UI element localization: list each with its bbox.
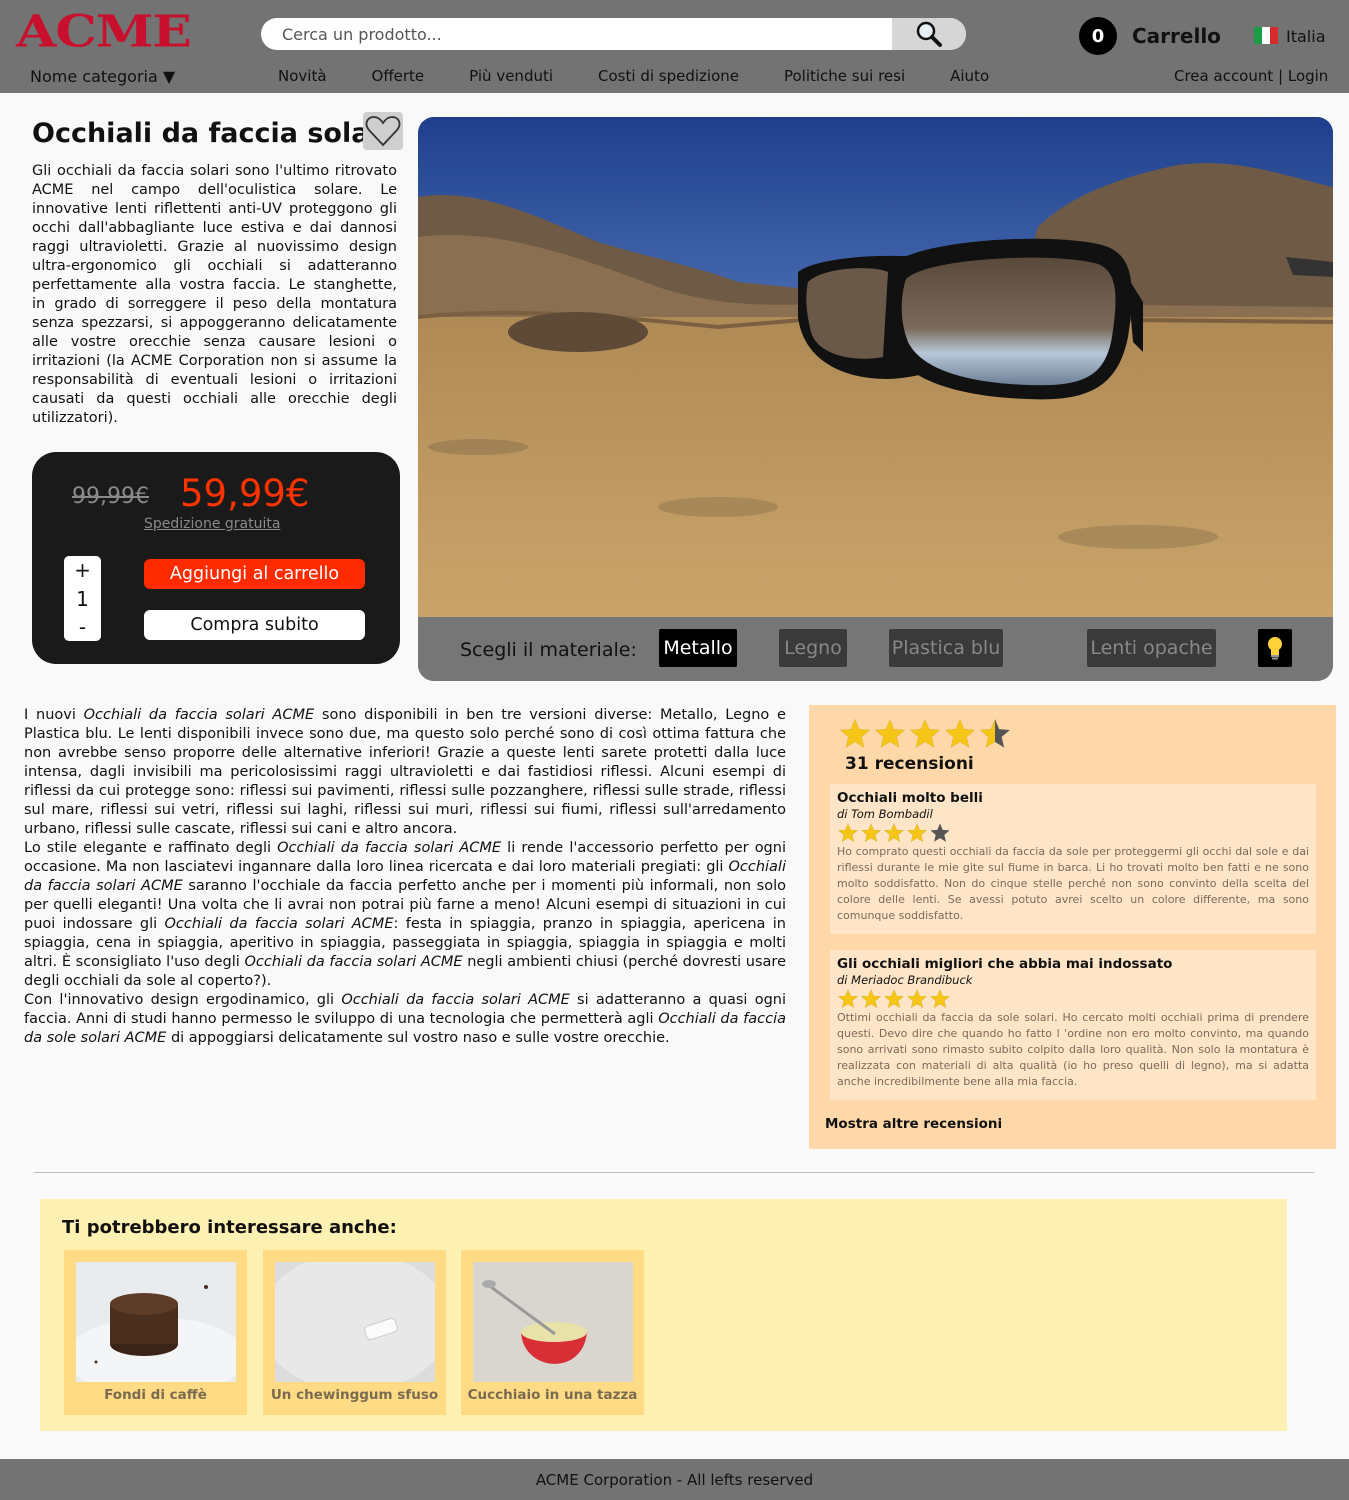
current-price: 59,99€ bbox=[180, 472, 310, 515]
nav-item-novita[interactable]: Novità bbox=[278, 67, 327, 85]
related-product-card[interactable]: Fondi di caffè bbox=[64, 1250, 247, 1415]
related-product-name[interactable]: Fondi di caffè bbox=[64, 1387, 247, 1403]
reviews-panel: 31 recensioni Occhiali molto belli di To… bbox=[809, 705, 1336, 1149]
product-3d-viewer[interactable]: Scegli il materiale: Metallo Legno Plast… bbox=[418, 117, 1333, 681]
account-links[interactable]: Crea account | Login bbox=[1174, 67, 1328, 85]
review-title: Occhiali molto belli bbox=[837, 790, 983, 806]
star-icon bbox=[907, 823, 927, 842]
related-product-name[interactable]: Cucchiaio in una tazza bbox=[461, 1387, 644, 1403]
star-icon bbox=[884, 989, 904, 1008]
desc-product-name: Occhiali da faccia solari ACME bbox=[83, 707, 315, 723]
show-more-reviews-link[interactable]: Mostra altre recensioni bbox=[825, 1116, 1002, 1132]
category-dropdown[interactable]: Nome categoria ▼ bbox=[30, 67, 175, 86]
qty-decrease-button[interactable]: - bbox=[79, 615, 86, 639]
star-icon bbox=[930, 989, 950, 1008]
review-stars bbox=[837, 822, 1309, 844]
add-to-cart-button[interactable]: Aggiungi al carrello bbox=[144, 559, 365, 589]
product-thumbnail[interactable] bbox=[473, 1262, 633, 1382]
review-text: Ho comprato questi occhiali da faccia da… bbox=[837, 845, 1309, 922]
review-author: di Meriadoc Brandibuck bbox=[837, 973, 973, 987]
cart-count-badge[interactable]: 0 bbox=[1079, 17, 1117, 55]
light-toggle-button[interactable] bbox=[1258, 629, 1292, 667]
review-text: Ottimi occhiali da faccia da sole solari… bbox=[837, 1011, 1309, 1088]
star-icon bbox=[875, 719, 905, 748]
lens-opaque-button[interactable]: Lenti opache bbox=[1087, 629, 1216, 667]
desc-product-name: Occhiali da faccia solari ACME bbox=[164, 916, 394, 932]
desc-text: Lo stile elegante e raffinato degli bbox=[24, 840, 278, 856]
related-product-card[interactable]: Cucchiaio in una tazza bbox=[461, 1250, 644, 1415]
purchase-box: 99,99€ 59,99€ Spedizione gratuita + 1 - … bbox=[32, 452, 400, 664]
search-input[interactable] bbox=[261, 18, 892, 50]
desc-product-name: Occhiali da faccia solari ACME bbox=[244, 954, 463, 970]
review-author: di Tom Bombadil bbox=[837, 807, 933, 821]
desc-product-name: Occhiali da faccia solari ACME bbox=[341, 992, 570, 1008]
star-icon bbox=[910, 719, 940, 748]
material-plastica-blu-button[interactable]: Plastica blu bbox=[889, 629, 1003, 667]
search-bar bbox=[261, 18, 966, 50]
footer-text: ACME Corporation - All lefts reserved bbox=[535, 1470, 814, 1489]
buy-now-button[interactable]: Compra subito bbox=[144, 610, 365, 640]
average-rating-stars bbox=[838, 717, 1013, 751]
old-price: 99,99€ bbox=[72, 484, 149, 509]
star-icon bbox=[930, 823, 950, 842]
related-title: Ti potrebbero interessare anche: bbox=[62, 1217, 397, 1238]
product-description: Gli occhiali da faccia solari sono l'ult… bbox=[32, 163, 397, 426]
star-icon bbox=[861, 989, 881, 1008]
review-title: Gli occhiali migliori che abbia mai indo… bbox=[837, 956, 1173, 972]
free-shipping-link[interactable]: Spedizione gratuita bbox=[144, 516, 280, 532]
star-icon bbox=[907, 989, 927, 1008]
main-nav: Novità Offerte Più venduti Costi di sped… bbox=[278, 67, 1034, 85]
product-title: Occhiali da faccia solari bbox=[32, 118, 393, 149]
related-product-name[interactable]: Un chewinggum sfuso bbox=[263, 1387, 446, 1403]
section-divider bbox=[34, 1172, 1314, 1173]
product-thumbnail[interactable] bbox=[275, 1262, 435, 1382]
product-long-description: I nuovi Occhiali da faccia solari ACME s… bbox=[24, 706, 786, 1048]
heart-icon bbox=[365, 116, 401, 147]
material-selector-bar: Scegli il materiale: Metallo Legno Plast… bbox=[418, 617, 1333, 681]
star-icon bbox=[861, 823, 881, 842]
qty-increase-button[interactable]: + bbox=[74, 558, 91, 582]
search-button[interactable] bbox=[892, 18, 966, 50]
nav-item-aiuto[interactable]: Aiuto bbox=[950, 67, 989, 85]
material-label: Scegli il materiale: bbox=[460, 639, 637, 661]
product-scene-image[interactable] bbox=[418, 117, 1333, 617]
wishlist-button[interactable] bbox=[363, 112, 403, 150]
site-footer: ACME Corporation - All lefts reserved bbox=[0, 1459, 1349, 1500]
desc-text: sono disponibili in ben tre versioni div… bbox=[24, 707, 786, 837]
site-header: ACME Nome categoria ▼ Novità Offerte Più… bbox=[0, 0, 1349, 93]
star-icon bbox=[980, 719, 1010, 748]
lightbulb-icon bbox=[1268, 637, 1282, 660]
nav-item-offerte[interactable]: Offerte bbox=[372, 67, 425, 85]
review-count: 31 recensioni bbox=[845, 754, 974, 774]
related-product-card[interactable]: Un chewinggum sfuso bbox=[263, 1250, 446, 1415]
nav-item-resi[interactable]: Politiche sui resi bbox=[784, 67, 905, 85]
desc-text: di appoggiarsi delicatamente sul vostro … bbox=[166, 1030, 670, 1046]
material-legno-button[interactable]: Legno bbox=[779, 629, 847, 667]
italy-flag-icon[interactable] bbox=[1254, 27, 1278, 44]
star-icon bbox=[945, 719, 975, 748]
star-icon bbox=[838, 989, 858, 1008]
desc-text: I nuovi bbox=[24, 707, 84, 723]
star-icon bbox=[840, 719, 870, 748]
language-selector[interactable]: Italia bbox=[1286, 27, 1326, 46]
star-icon bbox=[884, 823, 904, 842]
star-icon bbox=[838, 823, 858, 842]
desc-text: Con l'innovativo design ergodinamico, gl… bbox=[24, 992, 342, 1008]
quantity-stepper: + 1 - bbox=[64, 556, 101, 641]
related-products: Ti potrebbero interessare anche: Fondi d… bbox=[40, 1199, 1287, 1431]
acme-logo[interactable]: ACME bbox=[16, 8, 192, 56]
review-stars bbox=[837, 988, 1309, 1010]
nav-item-piu-venduti[interactable]: Più venduti bbox=[469, 67, 553, 85]
qty-value: 1 bbox=[76, 586, 89, 611]
desc-product-name: Occhiali da faccia solari ACME bbox=[277, 840, 502, 856]
cart-link[interactable]: Carrello bbox=[1132, 24, 1221, 48]
nav-item-spedizione[interactable]: Costi di spedizione bbox=[598, 67, 739, 85]
search-icon bbox=[916, 21, 942, 47]
material-metallo-button[interactable]: Metallo bbox=[659, 629, 737, 667]
product-thumbnail[interactable] bbox=[76, 1262, 236, 1382]
review-card: Occhiali molto belli di Tom Bombadil Ho … bbox=[830, 784, 1316, 934]
review-card: Gli occhiali migliori che abbia mai indo… bbox=[830, 950, 1316, 1100]
